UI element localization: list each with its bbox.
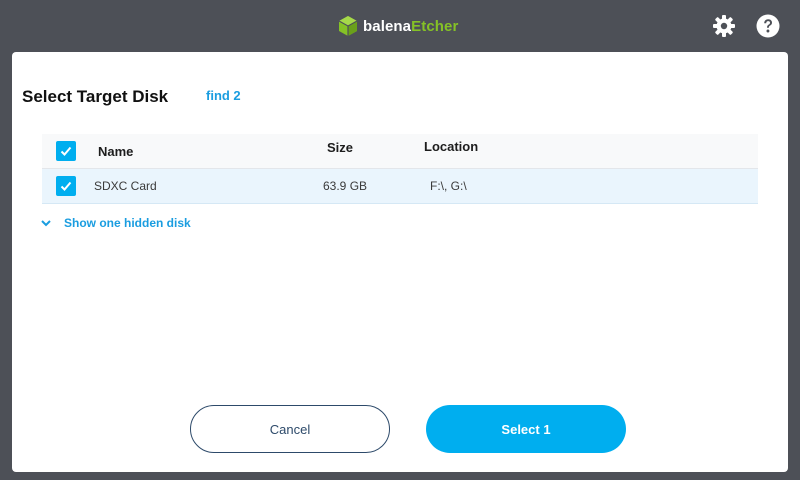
checkmark-icon	[60, 181, 72, 191]
balena-etcher-logo: balenaEtcher	[338, 14, 458, 38]
disk-size: 63.9 GB	[323, 179, 368, 193]
brand-part2: Etcher	[411, 17, 459, 35]
top-bar: balenaEtcher	[0, 0, 800, 52]
chevron-down-icon	[41, 220, 51, 227]
help-question-icon[interactable]	[756, 14, 780, 38]
disk-location: F:\, G:\	[430, 179, 467, 193]
table-header: Name Size Location	[42, 134, 758, 169]
disk-table: Name Size Location SDXC Card 63.9 GB F:\…	[42, 134, 758, 204]
select-target-modal: Select Target Disk find 2 Name Size Loca…	[12, 52, 788, 472]
settings-gear-icon[interactable]	[712, 14, 736, 38]
row-checkbox[interactable]	[56, 176, 76, 196]
checkmark-icon	[60, 146, 72, 156]
cancel-button[interactable]: Cancel	[190, 405, 390, 453]
select-all-checkbox[interactable]	[56, 141, 76, 161]
modal-title: Select Target Disk	[22, 87, 169, 106]
show-hidden-disks-label: Show one hidden disk	[64, 216, 191, 230]
disk-name: SDXC Card	[94, 179, 157, 193]
brand-part1: balena	[363, 17, 412, 35]
app-brand: balenaEtcher	[363, 18, 458, 35]
show-hidden-disks-toggle[interactable]: Show one hidden disk	[40, 216, 191, 230]
select-button[interactable]: Select 1	[426, 405, 626, 453]
cube-logo-icon	[338, 16, 358, 36]
find-count: find 2	[206, 88, 241, 103]
table-row[interactable]: SDXC Card 63.9 GB F:\, G:\	[42, 169, 758, 204]
column-header-location: Location	[424, 139, 479, 154]
column-header-name: Name	[98, 144, 134, 159]
column-header-size: Size	[327, 140, 354, 155]
